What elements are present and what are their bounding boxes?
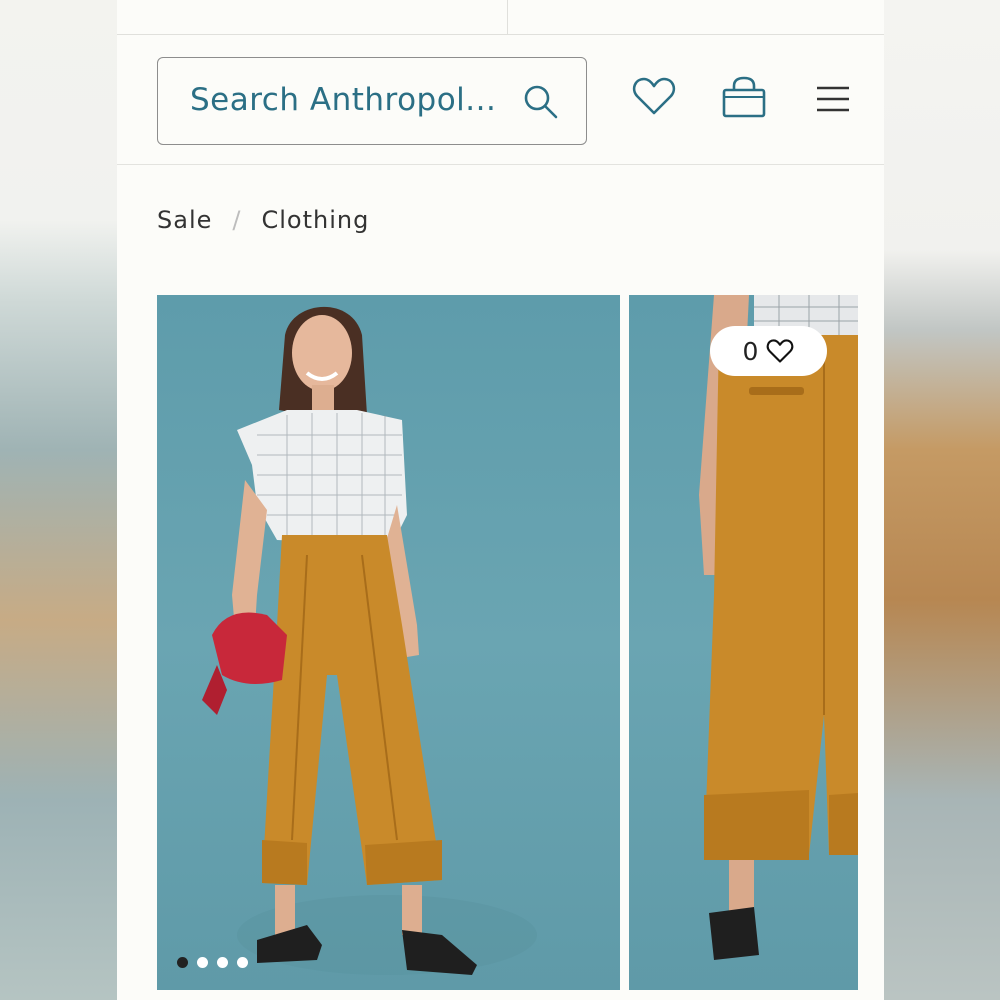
carousel-dot[interactable] [217, 957, 228, 968]
top-navigation-strip [117, 0, 884, 35]
product-image-main[interactable] [157, 295, 620, 990]
favorite-count-badge[interactable]: 0 [710, 326, 827, 376]
search-icon[interactable] [523, 84, 559, 120]
search-input[interactable]: Search Anthropol... [157, 57, 587, 145]
search-placeholder: Search Anthropol... [190, 82, 497, 118]
favorite-count: 0 [742, 336, 759, 366]
model-front-illustration [202, 306, 537, 975]
heart-icon [767, 339, 794, 363]
model-back-illustration [699, 295, 858, 960]
breadcrumb: Sale / Clothing [157, 206, 369, 234]
shopping-bag-icon[interactable] [721, 75, 767, 119]
header-divider [117, 164, 884, 165]
carousel-dot[interactable] [197, 957, 208, 968]
carousel-dot[interactable] [237, 957, 248, 968]
breadcrumb-separator: / [232, 206, 242, 234]
carousel-dot[interactable] [177, 957, 188, 968]
heart-icon[interactable] [632, 75, 676, 117]
blurred-background-left [0, 0, 117, 1000]
breadcrumb-sale-link[interactable]: Sale [157, 206, 212, 234]
product-image-secondary[interactable]: 0 [629, 295, 858, 990]
top-strip-divider [507, 0, 508, 34]
breadcrumb-clothing-link[interactable]: Clothing [261, 206, 369, 234]
hamburger-menu-icon[interactable] [816, 86, 850, 112]
app-screen: Search Anthropol... Sale / Clothing 0 [117, 0, 884, 1000]
image-carousel-indicator[interactable] [177, 957, 248, 968]
blurred-background-right [884, 0, 1000, 1000]
